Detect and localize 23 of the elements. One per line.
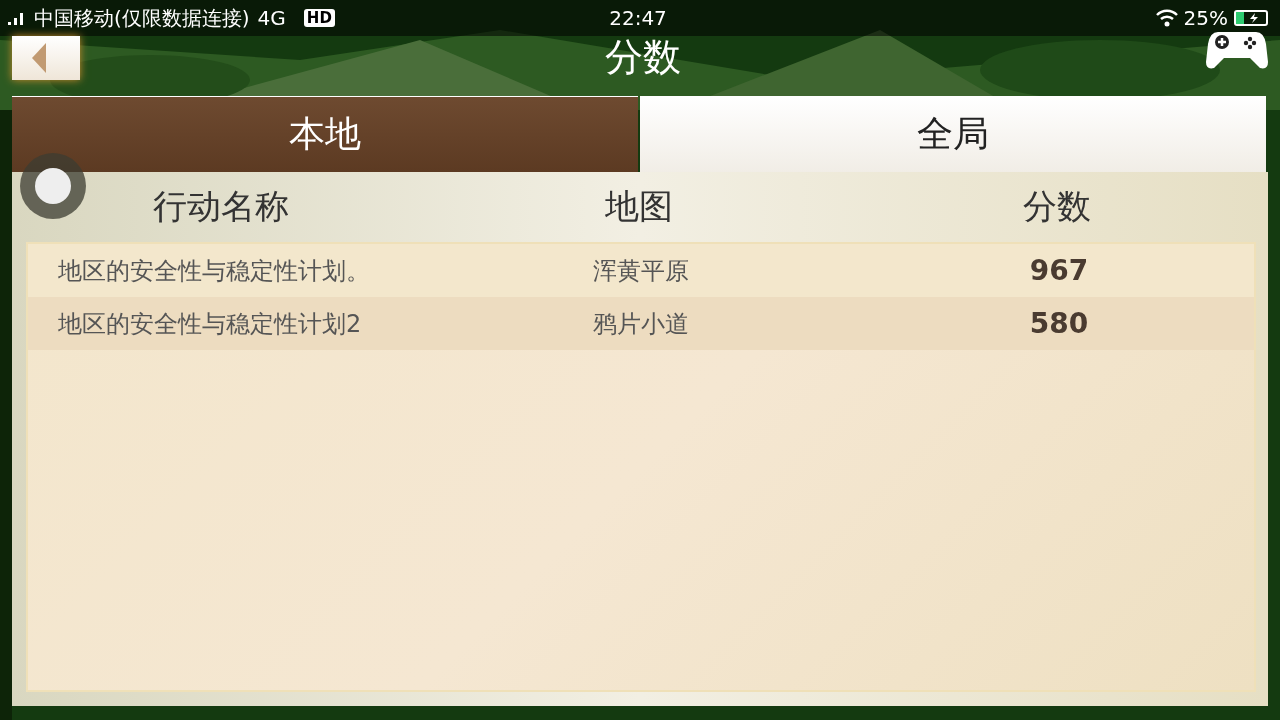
table-cell-text: 浑黄平原 [592,255,690,287]
clock-time: 22:47 [609,6,667,30]
table-cell-text: 地区的安全性与稳定性计划2 [57,308,363,340]
column-header: 行动名称 [153,185,289,228]
hd-badge: HD [303,9,335,27]
tab[interactable]: 全局 [640,96,1266,172]
tab[interactable]: 本地 [12,96,638,172]
network-type: 4G [257,6,286,30]
table-cell-text: 580 [1028,307,1090,340]
back-button[interactable] [12,36,80,80]
page-title: 分数 [605,34,681,81]
table-cell-text: 967 [1028,254,1090,287]
table-cell-text: 鸦片小道 [592,308,690,340]
column-header: 分数 [1023,185,1091,228]
gamepad-icon[interactable] [1206,30,1268,70]
table-row[interactable]: 地区的安全性与稳定性计划2 鸦片小道 580 [28,297,1254,350]
table-cell-text: 地区的安全性与稳定性计划。 [57,255,371,287]
column-header: 地图 [605,185,673,228]
back-arrow-icon [32,43,46,73]
battery-percentage: 25% [1183,6,1228,30]
wifi-icon [1155,9,1178,27]
signal-icon [8,11,26,25]
carrier-name: 中国移动(仅限数据连接) [34,4,250,32]
